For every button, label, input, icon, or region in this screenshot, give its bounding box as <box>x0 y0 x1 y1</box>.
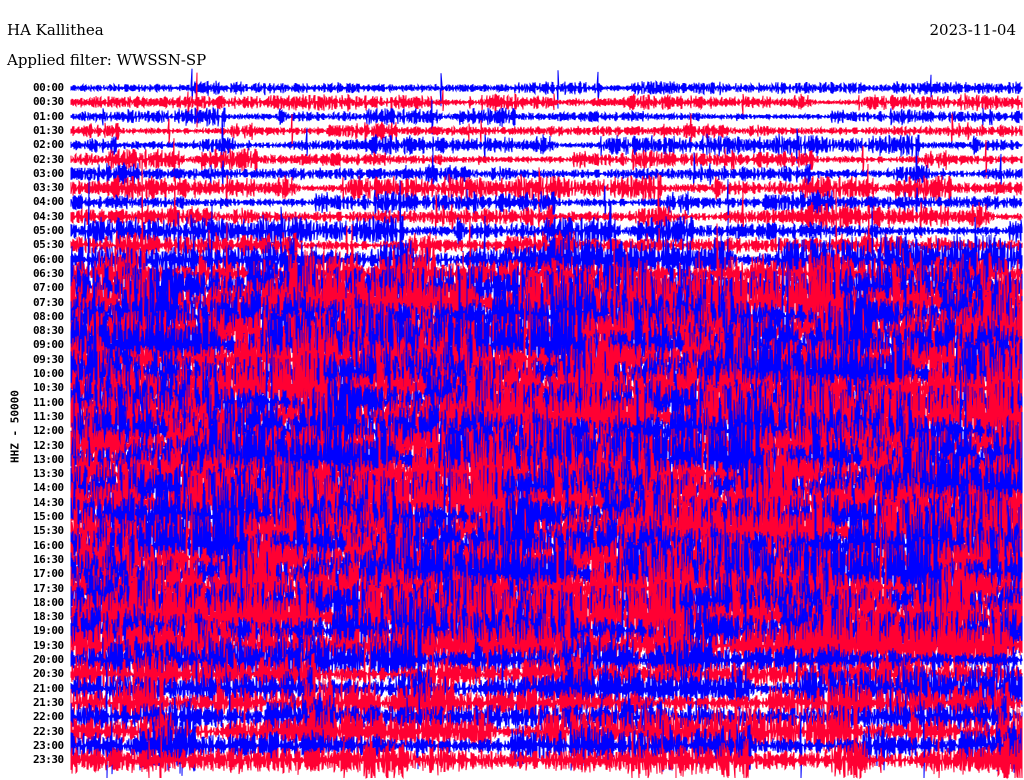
trace-row-0200 <box>70 113 1023 178</box>
filter-label: Applied filter: WWSSN-SP <box>7 51 207 69</box>
helicorder-plot <box>70 68 1023 780</box>
